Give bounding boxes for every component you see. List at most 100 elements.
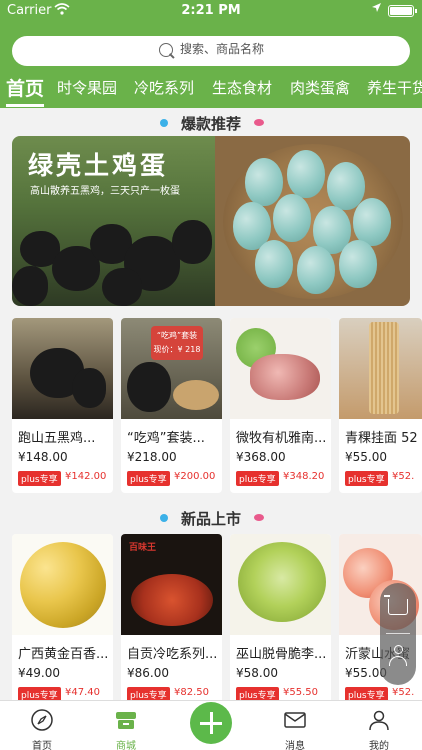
image-badge-title: “吃鸡”套装: [156, 331, 198, 340]
product-name: 巫山脱骨脆李...: [236, 647, 327, 662]
product-image-plum: [230, 534, 331, 635]
tabbar-store-label: 商城: [116, 741, 136, 750]
search-input[interactable]: [180, 42, 380, 56]
new-product-row: 广西黄金百香... ¥49.00 plus专享 ¥47.40 百味王 自贡冷吃系…: [12, 534, 422, 709]
product-price: ¥148.00: [18, 450, 68, 464]
egg-shape: [353, 198, 391, 246]
plus-price: ¥82.50: [174, 687, 209, 698]
section-title-hot-text: 爆款推荐: [180, 115, 241, 133]
active-tab-indicator: [6, 104, 44, 107]
plus-price: ¥47.40: [65, 687, 100, 698]
mail-icon: [283, 708, 307, 732]
egg-shape: [297, 246, 335, 294]
divider: [386, 633, 410, 634]
product-image-cold-dish: 百味王: [121, 534, 222, 635]
product-name: 自贡冷吃系列...: [127, 647, 218, 662]
product-image-black-chicken: [12, 318, 113, 419]
product-name: 广西黄金百香...: [18, 647, 109, 662]
product-image-noodles: [339, 318, 422, 419]
image-badge: 百味王: [129, 543, 157, 553]
product-price: ¥49.00: [18, 666, 60, 680]
product-card[interactable]: 巫山脱骨脆李... ¥58.00 plus专享 ¥55.50: [230, 534, 331, 709]
egg-shape: [287, 150, 325, 198]
tab-home[interactable]: 首页: [6, 74, 44, 101]
plum-shape: [238, 542, 326, 622]
product-image-chicken-set: “吃鸡”套装 现价：¥ 218: [121, 318, 222, 419]
product-price: ¥218.00: [127, 450, 177, 464]
hen-shape: [12, 266, 48, 306]
egg-shape: [245, 158, 283, 206]
plus-price: ¥52.: [392, 687, 415, 698]
image-badge: “吃鸡”套装 现价：¥ 218: [151, 326, 203, 360]
tabbar-home-label: 首页: [32, 741, 52, 750]
product-card[interactable]: “吃鸡”套装 现价：¥ 218 “吃鸡”套装... ¥218.00 plus专享…: [121, 318, 222, 493]
product-card[interactable]: 青稞挂面 52 ¥55.00 plus专享 ¥52.: [339, 318, 422, 493]
person-body: [389, 656, 407, 666]
cart-icon[interactable]: [384, 595, 408, 615]
plus-price: ¥52.: [392, 471, 415, 482]
search-icon: [159, 43, 173, 57]
banner-headline: 绿壳土鸡蛋: [28, 151, 169, 180]
section-title-hot: 爆款推荐: [0, 113, 422, 134]
location-icon: [371, 2, 382, 16]
hen-shape: [102, 268, 142, 306]
product-name: 跑山五黑鸡...: [18, 431, 96, 446]
clock: 2:21 PM: [181, 3, 241, 18]
hen-shape: [127, 362, 171, 412]
egg-shape: [339, 240, 377, 288]
section-title-new-text: 新品上市: [180, 510, 241, 528]
search-bar[interactable]: [12, 36, 410, 66]
decor-dot-icon: [160, 514, 168, 522]
status-bar: Carrier 2:21 PM: [0, 0, 422, 22]
product-image-passion-fruit: [12, 534, 113, 635]
tab-meat-eggs[interactable]: 肉类蛋禽: [290, 77, 350, 98]
floating-actions: [380, 583, 416, 685]
user-icon: [367, 708, 391, 732]
tabbar-store[interactable]: 商城: [96, 701, 156, 750]
decor-fish-icon: [254, 119, 264, 126]
fruit-shape: [20, 542, 106, 628]
hen-shape: [172, 220, 212, 264]
bowl-shape: [173, 380, 219, 410]
product-price: ¥368.00: [236, 450, 286, 464]
hot-product-row: 跑山五黑鸡... ¥148.00 plus专享 ¥142.00 “吃鸡”套装 现…: [12, 318, 422, 493]
dish-shape: [131, 574, 213, 626]
hen-shape: [72, 368, 106, 408]
section-title-new: 新品上市: [0, 508, 422, 529]
plus-price: ¥200.00: [174, 471, 216, 482]
promo-banner[interactable]: 绿壳土鸡蛋 高山散养五黑鸡，三天只产一枚蛋: [12, 136, 410, 306]
tabbar-home[interactable]: 首页: [12, 701, 72, 750]
meat-shape: [250, 354, 320, 400]
egg-shape: [273, 194, 311, 242]
decor-dot-icon: [160, 119, 168, 127]
product-card[interactable]: 广西黄金百香... ¥49.00 plus专享 ¥47.40: [12, 534, 113, 709]
tab-health-dried[interactable]: 养生干货: [367, 77, 422, 98]
tab-cold-series[interactable]: 冷吃系列: [134, 77, 194, 98]
plus-price: ¥142.00: [65, 471, 107, 482]
tab-seasonal-orchard[interactable]: 时令果园: [57, 77, 117, 98]
category-tabs: 首页 时令果园 冷吃系列 生态食材 肉类蛋禽 养生干货: [0, 74, 422, 104]
product-name: 青稞挂面 52: [345, 431, 418, 446]
customer-service-icon[interactable]: [389, 645, 407, 667]
product-image-pork: [230, 318, 331, 419]
store-icon: [114, 708, 138, 732]
plus-icon[interactable]: [190, 702, 232, 744]
compass-icon: [30, 708, 54, 732]
banner-eggs-image: [215, 136, 410, 306]
tabbar-mine[interactable]: 我的: [349, 701, 409, 750]
product-price: ¥55.00: [345, 450, 387, 464]
decor-fish-icon: [254, 514, 264, 521]
tabbar-messages[interactable]: 消息: [265, 701, 325, 750]
product-card[interactable]: 跑山五黑鸡... ¥148.00 plus专享 ¥142.00: [12, 318, 113, 493]
tab-eco-ingredients[interactable]: 生态食材: [212, 77, 272, 98]
product-name: “吃鸡”套装...: [127, 431, 205, 446]
plus-badge: plus专享: [18, 471, 61, 486]
egg-shape: [255, 240, 293, 288]
product-card[interactable]: 微牧有机雅南... ¥368.00 plus专享 ¥348.20: [230, 318, 331, 493]
person-head: [394, 645, 403, 654]
plus-price: ¥55.50: [283, 687, 318, 698]
plus-price: ¥348.20: [283, 471, 325, 482]
noodle-shape: [369, 322, 399, 414]
product-card[interactable]: 百味王 自贡冷吃系列... ¥86.00 plus专享 ¥82.50: [121, 534, 222, 709]
product-price: ¥58.00: [236, 666, 278, 680]
